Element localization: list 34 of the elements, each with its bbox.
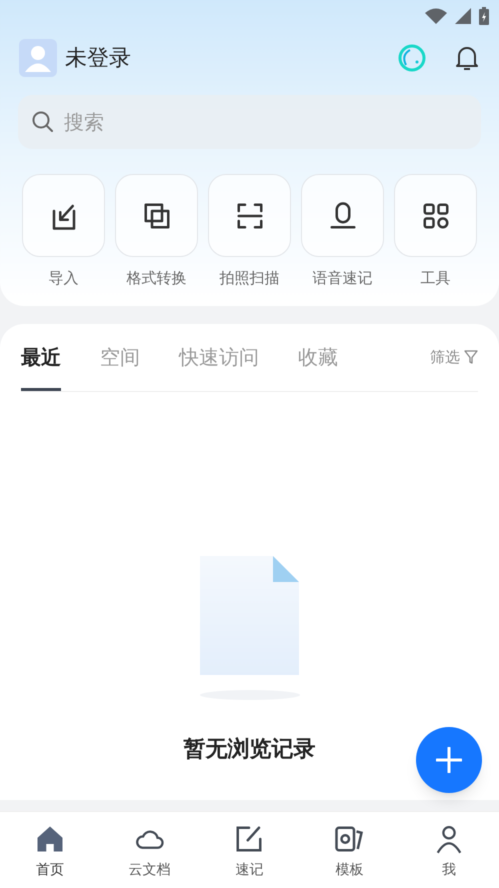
tool-button[interactable] xyxy=(208,174,291,257)
tool-label: 导入 xyxy=(48,268,78,289)
signal-icon xyxy=(455,8,471,24)
tool-button[interactable] xyxy=(115,174,198,257)
search-placeholder: 搜索 xyxy=(64,109,104,136)
filter-button[interactable]: 筛选 xyxy=(430,346,478,368)
scan-icon xyxy=(234,200,264,230)
home-icon xyxy=(34,824,65,854)
tab[interactable]: 最近 xyxy=(21,323,61,391)
edit-icon xyxy=(234,824,264,854)
tool-label: 格式转换 xyxy=(126,268,186,289)
battery-icon xyxy=(479,7,489,25)
tool-label: 工具 xyxy=(420,268,450,289)
wifi-icon xyxy=(425,8,447,24)
nav-tab[interactable]: 我 xyxy=(409,824,490,888)
plus-icon xyxy=(436,747,462,773)
nav-tab[interactable]: 速记 xyxy=(209,824,290,888)
tool-button[interactable] xyxy=(301,174,384,257)
empty-message: 暂无浏览记录 xyxy=(184,736,316,764)
tool-label: 拍照扫描 xyxy=(220,268,280,289)
nav-tab[interactable]: 云文档 xyxy=(110,824,190,888)
microphone-icon xyxy=(328,200,358,230)
grid-icon xyxy=(420,200,450,230)
filter-icon xyxy=(464,350,478,364)
tool-button[interactable] xyxy=(22,174,105,257)
copy-icon xyxy=(142,200,172,230)
nav-tab[interactable]: 首页 xyxy=(10,824,90,888)
nav-tab[interactable]: 模板 xyxy=(309,824,390,888)
template-icon xyxy=(334,824,364,854)
bell-icon[interactable] xyxy=(454,44,480,72)
tool-label: 语音速记 xyxy=(312,268,372,289)
user-name[interactable]: 未登录 xyxy=(65,42,131,74)
search-icon xyxy=(32,111,54,133)
tool-button[interactable] xyxy=(394,174,477,257)
